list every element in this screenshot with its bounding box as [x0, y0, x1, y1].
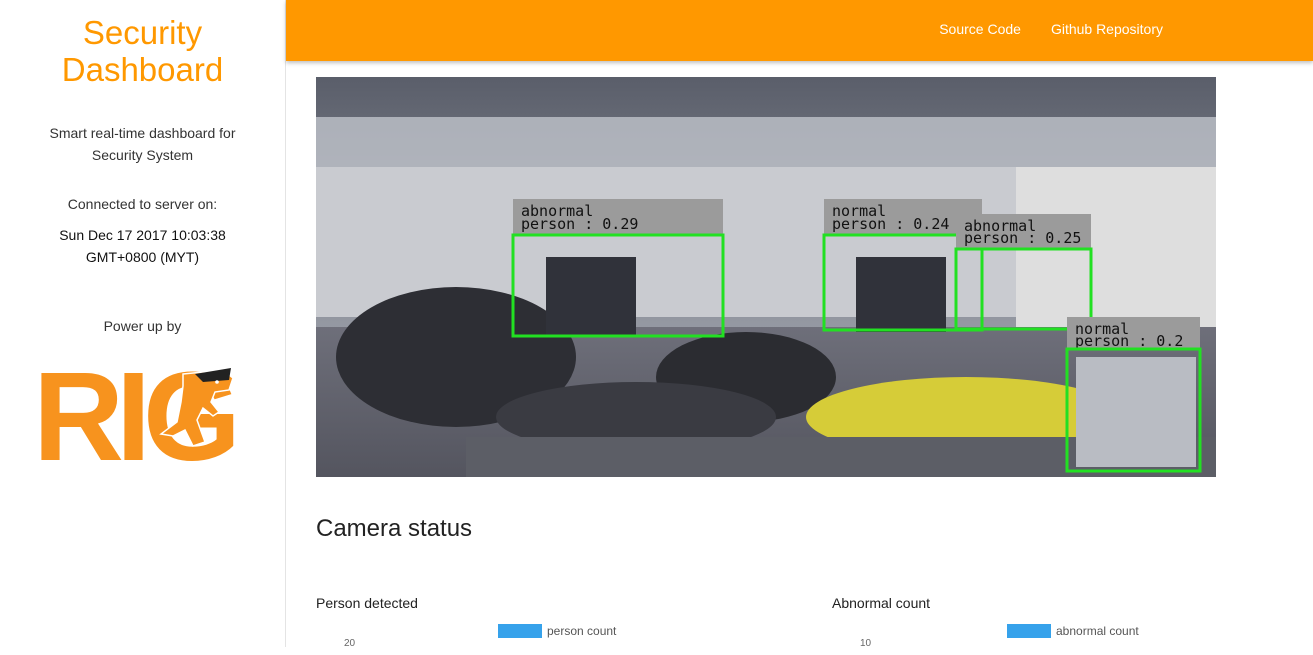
server-time: Sun Dec 17 2017 10:03:38 GMT+0800 (MYT) — [0, 224, 285, 268]
top-navbar: Source Code Github Repository — [286, 0, 1313, 61]
person-detected-chart: Person detected person count 20 — [316, 595, 796, 649]
server-time-line2: GMT+0800 (MYT) — [85, 249, 200, 265]
rig-logo: RIG — [33, 350, 238, 466]
detection-score: person : 0.25 — [964, 229, 1081, 247]
legend-swatch — [498, 624, 542, 638]
source-code-link[interactable]: Source Code — [939, 21, 1021, 37]
chart-title: Person detected — [316, 595, 418, 611]
app-title-line2: Dashboard — [61, 51, 224, 88]
power-label: Power up by — [103, 318, 182, 334]
tagline-line2: Security System — [91, 147, 194, 163]
y-axis-tick: 10 — [860, 638, 872, 649]
chart-legend[interactable]: abnormal count — [1007, 624, 1139, 638]
detection-score: person : 0.2 — [1075, 332, 1183, 350]
chart-legend[interactable]: person count — [498, 624, 616, 638]
app-tagline: Smart real-time dashboard for Security S… — [0, 122, 285, 166]
app-title-line1: Security — [82, 14, 203, 51]
legend-swatch — [1007, 624, 1051, 638]
top-nav-links: Source Code Github Repository — [939, 21, 1163, 37]
camera-frame: abnormal person : 0.29 normal person : 0… — [316, 77, 1216, 477]
y-axis-tick: 20 — [344, 638, 356, 649]
connected-label: Connected to server on: — [67, 196, 218, 212]
detection-score: person : 0.24 — [832, 215, 949, 233]
sidebar: Security Dashboard Smart real-time dashb… — [0, 0, 286, 647]
legend-label: person count — [547, 624, 617, 638]
camera-feed: abnormal person : 0.29 normal person : 0… — [316, 77, 1216, 477]
server-time-line1: Sun Dec 17 2017 10:03:38 — [59, 227, 226, 243]
github-repository-link[interactable]: Github Repository — [1051, 21, 1163, 37]
detection-score: person : 0.29 — [521, 215, 638, 233]
main-content: abnormal person : 0.29 normal person : 0… — [316, 77, 1216, 655]
tagline-line1: Smart real-time dashboard for — [49, 125, 236, 141]
camera-status-heading: Camera status — [316, 515, 473, 542]
chart-title: Abnormal count — [832, 595, 931, 611]
app-title: Security Dashboard — [0, 14, 285, 88]
charts-row: Person detected person count 20 Abnormal… — [316, 595, 1216, 655]
legend-label: abnormal count — [1056, 624, 1139, 638]
abnormal-count-chart: Abnormal count abnormal count 10 — [832, 595, 1216, 649]
